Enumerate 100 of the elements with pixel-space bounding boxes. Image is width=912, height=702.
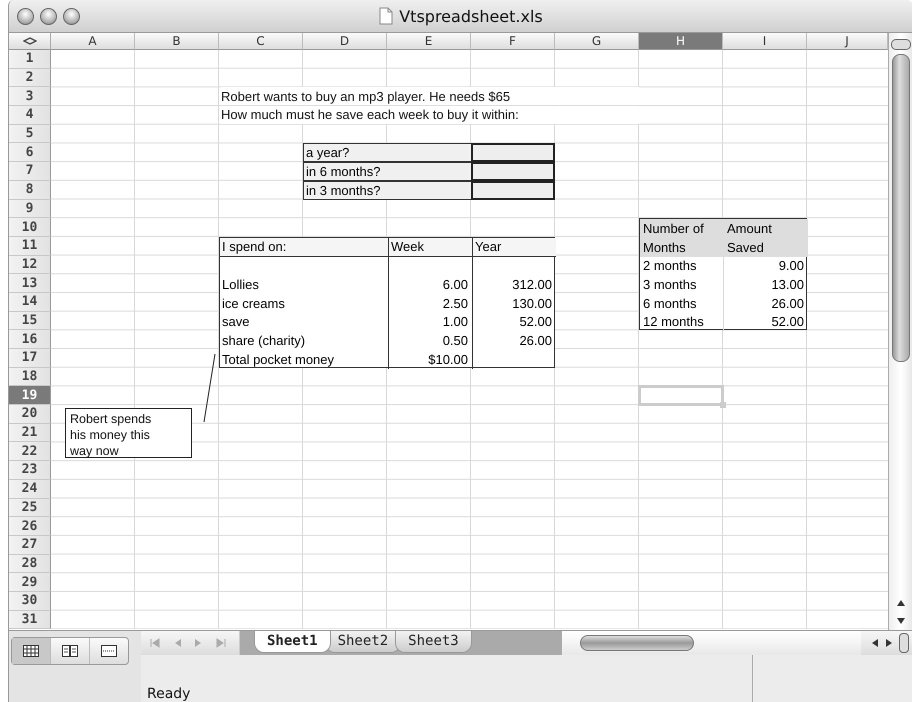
row-header[interactable]: 9 <box>9 200 51 218</box>
minimize-button[interactable] <box>40 8 57 24</box>
row-header[interactable]: 17 <box>9 349 51 368</box>
row-header[interactable]: 13 <box>9 274 51 293</box>
table-header-cell: Months <box>643 240 686 255</box>
row-header[interactable]: 8 <box>9 180 51 200</box>
table-header-cell: I spend on: <box>220 238 388 257</box>
table-cell: 13.00 <box>771 277 804 292</box>
column-header[interactable]: A <box>51 33 135 50</box>
row-header[interactable]: 27 <box>9 536 51 555</box>
table-cell: 9.00 <box>778 258 804 274</box>
table-header-cell: Saved <box>727 240 764 255</box>
column-header[interactable]: J <box>807 33 888 50</box>
column-header[interactable]: B <box>135 33 219 50</box>
sheet-text: Robert wants to buy an mp3 player. He needs $65 <box>221 88 510 104</box>
question-cell: a year? <box>303 143 471 162</box>
table-cell: 1.00 <box>442 314 468 330</box>
table-cell: 12 months <box>643 314 704 330</box>
row-header[interactable]: 19 <box>9 386 51 406</box>
column-header[interactable]: G <box>555 33 639 50</box>
row-header[interactable]: 5 <box>9 124 51 144</box>
table-cell: $10.00 <box>428 352 468 367</box>
table-cell: ice creams <box>222 296 285 311</box>
pages-icon <box>62 645 78 657</box>
scroll-right-icon[interactable] <box>885 638 893 648</box>
split-handle[interactable] <box>899 633 909 653</box>
sheet-tab[interactable]: Sheet3 <box>395 631 472 653</box>
select-all-button[interactable] <box>9 33 51 50</box>
table-cell: share (charity) <box>222 333 306 348</box>
scroll-down-icon[interactable] <box>896 617 906 625</box>
table-cell: 3 months <box>643 277 696 292</box>
row-header[interactable]: 30 <box>9 592 51 611</box>
row-header[interactable]: 22 <box>9 442 51 462</box>
row-header[interactable]: 3 <box>9 87 51 106</box>
column-header[interactable]: C <box>219 33 303 50</box>
window-title: Vtspreadsheet.xls <box>399 6 543 26</box>
table-header-cell: Week <box>388 238 472 257</box>
row-header[interactable]: 6 <box>9 143 51 162</box>
table-header-cell: Year <box>472 238 556 257</box>
row-header[interactable]: 12 <box>9 256 51 274</box>
close-button[interactable] <box>17 8 34 24</box>
row-header[interactable]: 14 <box>9 292 51 312</box>
diamond-icon <box>22 37 36 45</box>
table-header-cell: Number of <box>643 221 704 236</box>
scroll-left-icon[interactable] <box>871 638 879 648</box>
table-cell: 52.00 <box>771 314 804 330</box>
page-break-icon <box>101 645 117 657</box>
table-cell: 130.00 <box>512 296 552 311</box>
row-header[interactable]: 24 <box>9 480 51 498</box>
table-cell: 26.00 <box>519 333 552 348</box>
row-header[interactable]: 10 <box>9 218 51 237</box>
question-cell: in 6 months? <box>303 162 471 181</box>
row-header[interactable]: 18 <box>9 368 51 386</box>
table-cell: 0.50 <box>442 333 468 348</box>
question-cell: in 3 months? <box>303 180 471 200</box>
row-header[interactable]: 20 <box>9 405 51 424</box>
row-header[interactable]: 23 <box>9 461 51 480</box>
table-cell: 26.00 <box>771 296 804 311</box>
row-header[interactable]: 16 <box>9 330 51 349</box>
row-header[interactable]: 31 <box>9 610 51 630</box>
row-header[interactable]: 7 <box>9 162 51 181</box>
scroll-thumb[interactable] <box>892 54 910 362</box>
row-header[interactable]: 28 <box>9 554 51 574</box>
answer-cell[interactable] <box>471 143 555 162</box>
sheet-text: How much must he save each week to buy it within: <box>221 107 519 122</box>
row-header[interactable]: 1 <box>9 50 51 69</box>
scroll-thumb[interactable] <box>580 635 694 651</box>
answer-cell[interactable] <box>471 180 555 200</box>
scroll-up-icon[interactable] <box>896 599 906 607</box>
column-header[interactable]: H <box>639 33 723 50</box>
table-cell: Total pocket money <box>222 352 334 367</box>
sheet-tab[interactable]: Sheet1 <box>254 631 331 653</box>
column-header[interactable]: F <box>471 33 555 50</box>
table-cell: 2.50 <box>442 296 468 311</box>
column-header[interactable]: I <box>723 33 807 50</box>
row-header[interactable]: 26 <box>9 517 51 536</box>
table-cell: save <box>222 314 250 330</box>
table-cell: Lollies <box>222 277 259 292</box>
vertical-scrollbar[interactable] <box>888 33 912 630</box>
table-cell: 52.00 <box>519 314 552 330</box>
zoom-button[interactable] <box>63 8 80 24</box>
table-cell: 6 months <box>643 296 696 311</box>
row-header[interactable]: 29 <box>9 573 51 592</box>
row-header[interactable]: 2 <box>9 68 51 88</box>
callout-text: Robert spends his money this way now <box>70 411 152 460</box>
status-text: Ready <box>146 686 190 702</box>
table-header-cell: Amount <box>727 221 772 236</box>
horizontal-scrollbar[interactable] <box>562 631 861 655</box>
normal-view-button[interactable] <box>12 638 51 664</box>
table-cell: 2 months <box>643 258 696 274</box>
row-header[interactable]: 15 <box>9 312 51 330</box>
split-handle[interactable] <box>891 39 912 50</box>
row-header[interactable]: 21 <box>9 424 51 442</box>
answer-cell[interactable] <box>471 162 555 181</box>
document-icon <box>379 7 394 25</box>
row-header[interactable]: 25 <box>9 498 51 518</box>
row-header[interactable]: 4 <box>9 106 51 125</box>
column-header[interactable]: D <box>303 33 387 50</box>
column-header[interactable]: E <box>387 33 471 50</box>
row-header[interactable]: 11 <box>9 236 51 256</box>
